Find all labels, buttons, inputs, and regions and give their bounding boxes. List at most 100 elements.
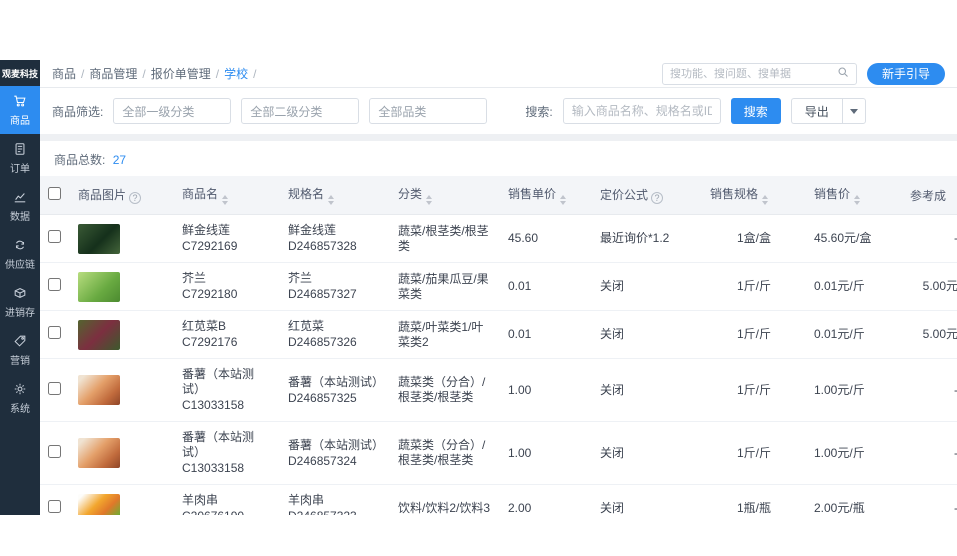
breadcrumb-item-goods-mgmt[interactable]: 商品管理: [89, 65, 150, 82]
goods-table: 商品图片 商品名 规格名 分类 销售单价 定价公式 销售规格 销售价 参考成: [40, 176, 957, 515]
goods-total-label: 商品总数:: [54, 153, 106, 167]
select-all-checkbox[interactable]: [48, 187, 61, 200]
table-row: 番薯（本站测试） C13033158 番薯（本站测试） D246857325 蔬…: [40, 358, 957, 422]
sidebar-item-orders[interactable]: 订单: [0, 134, 40, 182]
col-header-name[interactable]: 商品名: [174, 176, 280, 215]
unit-price: 1.00: [508, 382, 532, 397]
main-content: 商品 商品管理 报价单管理 学校 新手引导 商品筛选: 全部一级分类 全部二级分…: [40, 60, 957, 515]
category-path: 蔬菜类（分合）/根茎类/根茎类: [398, 375, 486, 404]
export-button[interactable]: 导出: [790, 98, 842, 124]
row-checkbox[interactable]: [48, 444, 61, 458]
row-checkbox[interactable]: [48, 500, 61, 513]
keyword-search-label: 搜索:: [525, 104, 553, 119]
pricing-formula: 关闭: [600, 279, 625, 293]
product-thumbnail[interactable]: [78, 223, 120, 254]
product-code: C20676190: [182, 509, 272, 515]
sale-price: 0.01元/斤: [814, 327, 865, 341]
sort-icon[interactable]: [762, 195, 769, 205]
category-type-select[interactable]: 全部品类: [369, 98, 488, 124]
sale-price: 2.00元/瓶: [814, 501, 865, 515]
sidebar-item-label: 数据: [10, 212, 30, 223]
goods-table-panel: 商品总数: 27 商品图片 商品名 规格名: [40, 141, 957, 515]
col-header-formula[interactable]: 定价公式: [592, 176, 702, 215]
sidebar-item-goods[interactable]: 商品: [0, 86, 40, 134]
category-level1-select[interactable]: 全部一级分类: [113, 98, 232, 124]
ref-cost: 5.00元: [922, 327, 957, 341]
global-search-box[interactable]: [661, 62, 857, 85]
product-code: C13033158: [182, 461, 245, 475]
global-search-input[interactable]: [669, 67, 837, 80]
sort-icon[interactable]: [328, 195, 335, 205]
pricing-formula: 关闭: [600, 501, 625, 515]
sort-icon[interactable]: [854, 195, 861, 205]
search-button[interactable]: 搜索: [730, 98, 781, 124]
table-row: 鲜金线莲 C7292169 鲜金线莲 D246857328 蔬菜/根茎类/根茎类…: [40, 214, 957, 263]
spec-code: D246857328: [288, 239, 357, 253]
unit-price: 1.00: [508, 445, 532, 460]
sidebar-item-label: 商品: [10, 116, 30, 127]
breadcrumb-item-goods[interactable]: 商品: [52, 65, 89, 82]
pricing-formula: 关闭: [600, 327, 625, 341]
row-checkbox[interactable]: [48, 230, 61, 243]
category-path: 蔬菜/叶菜类1/叶菜类2: [398, 319, 484, 349]
spec-code: D246857325: [288, 390, 357, 405]
sort-icon[interactable]: [426, 195, 433, 205]
breadcrumb-item-quote-mgmt[interactable]: 报价单管理: [151, 65, 224, 82]
table-body: 鲜金线莲 C7292169 鲜金线莲 D246857328 蔬菜/根茎类/根茎类…: [40, 214, 957, 515]
sale-price: 0.01元/斤: [814, 279, 865, 293]
col-header-ref-cost[interactable]: 参考成: [902, 176, 957, 215]
product-thumbnail[interactable]: [78, 438, 120, 468]
goods-cart-icon: [13, 94, 27, 113]
col-header-sale-spec[interactable]: 销售规格: [702, 176, 806, 215]
row-checkbox[interactable]: [48, 278, 61, 291]
product-code: C7292176: [182, 335, 238, 349]
product-thumbnail[interactable]: [78, 319, 120, 350]
unit-price: 2.00: [508, 501, 532, 515]
product-thumbnail[interactable]: [78, 375, 120, 405]
product-code: C13033158: [182, 398, 245, 412]
row-checkbox[interactable]: [48, 381, 61, 395]
sale-spec: 1斤/斤: [736, 445, 771, 460]
spec-code: D246857326: [288, 335, 357, 349]
spec-name: 番薯（本站测试）: [288, 437, 385, 452]
sidebar-item-inventory[interactable]: 进销存: [0, 278, 40, 326]
unit-price: 0.01: [508, 279, 532, 293]
sale-price: 1.00元/斤: [814, 445, 865, 460]
sidebar-item-supply-chain[interactable]: 供应链: [0, 230, 40, 278]
product-code: C7292169: [182, 239, 238, 253]
sidebar-item-data[interactable]: 数据: [0, 182, 40, 230]
col-header-sale-price[interactable]: 销售价: [806, 176, 902, 215]
export-dropdown-toggle[interactable]: [841, 98, 866, 124]
sidebar-item-marketing[interactable]: 营销: [0, 326, 40, 374]
ref-cost: 5.00元: [922, 279, 957, 293]
inventory-box-icon: [13, 286, 27, 305]
table-row: 番薯（本站测试） C13033158 番薯（本站测试） D246857324 蔬…: [40, 421, 957, 485]
col-header-unit-price[interactable]: 销售单价: [500, 176, 592, 215]
pricing-formula: 关闭: [600, 382, 625, 397]
col-header-spec-name[interactable]: 规格名: [280, 176, 390, 215]
unit-price: 45.60: [508, 231, 539, 245]
product-thumbnail[interactable]: [78, 493, 120, 515]
col-header-image[interactable]: 商品图片: [70, 176, 174, 215]
breadcrumb: 商品 商品管理 报价单管理 学校 新手引导: [40, 60, 957, 88]
newbie-guide-button[interactable]: 新手引导: [866, 62, 945, 85]
keyword-search-input[interactable]: [562, 98, 721, 124]
help-icon[interactable]: [651, 192, 664, 204]
sale-price: 45.60元/盒: [814, 231, 872, 245]
spec-code: D246857323: [288, 509, 382, 515]
category-path: 蔬菜类（分合）/根茎类/根茎类: [398, 438, 486, 467]
col-header-category[interactable]: 分类: [390, 176, 500, 215]
sort-icon[interactable]: [222, 195, 229, 205]
spec-name: 红苋菜: [288, 319, 325, 333]
sort-icon[interactable]: [560, 195, 567, 205]
unit-price: 0.01: [508, 327, 532, 341]
data-chart-icon: [13, 190, 27, 209]
product-name: 红苋菜B: [182, 319, 227, 333]
product-thumbnail[interactable]: [78, 271, 120, 302]
search-icon[interactable]: [837, 66, 849, 81]
help-icon[interactable]: [129, 192, 142, 204]
product-name: 番薯（本站测试）: [182, 367, 255, 396]
category-level2-select[interactable]: 全部二级分类: [241, 98, 360, 124]
row-checkbox[interactable]: [48, 326, 61, 339]
sidebar-item-system[interactable]: 系统: [0, 374, 40, 422]
